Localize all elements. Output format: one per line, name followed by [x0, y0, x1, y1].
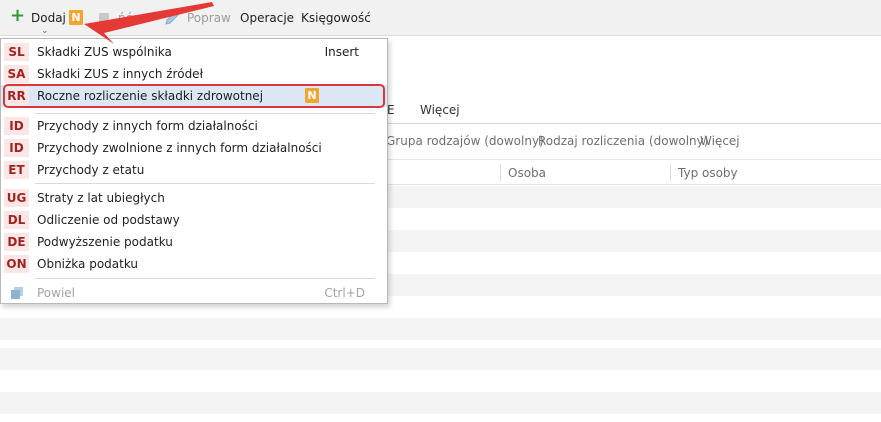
- menu-item-abbr: UG: [4, 189, 29, 207]
- table-row[interactable]: [0, 348, 881, 370]
- menu-item-de[interactable]: DE Podwyższenie podatku: [1, 231, 387, 253]
- new-badge: N: [69, 10, 83, 25]
- menu-item-label: Składki ZUS wspólnika: [37, 45, 172, 59]
- menu-item-label: Podwyższenie podatku: [37, 235, 173, 249]
- menu-item-label: Odliczenie od podstawy: [37, 213, 180, 227]
- menu-item-label: Straty z lat ubiegłych: [37, 191, 165, 205]
- menu-separator: [35, 113, 375, 114]
- group-filter[interactable]: Grupa rodzajów (dowolny): [386, 134, 544, 148]
- menu-item-label: Przychody z etatu: [37, 163, 145, 177]
- chevron-down-icon[interactable]: ⌄: [41, 27, 49, 36]
- menu-item-abbr: SL: [4, 43, 29, 61]
- add-button[interactable]: Dodaj: [31, 11, 66, 25]
- plus-icon[interactable]: +: [10, 7, 25, 25]
- menu-item-abbr: SA: [4, 65, 29, 83]
- add-dropdown-menu: SL Składki ZUS wspólnika Insert SA Skład…: [0, 38, 388, 304]
- menu-item-sl[interactable]: SL Składki ZUS wspólnika Insert: [1, 41, 387, 63]
- column-person[interactable]: Osoba: [508, 166, 546, 180]
- menu-item-abbr: ID: [4, 139, 29, 157]
- menu-item-abbr: ID: [4, 117, 29, 135]
- kind-filter[interactable]: Rodzaj rozliczenia (dowolny): [538, 134, 708, 148]
- menu-item-et[interactable]: ET Przychody z etatu: [1, 159, 387, 181]
- menu-separator: [35, 183, 375, 184]
- menu-item-abbr: ET: [4, 161, 29, 179]
- menu-item-label: Powiel: [37, 286, 76, 300]
- menu-item-label: Przychody z innych form działalności: [37, 119, 258, 133]
- menu-item-id-2[interactable]: ID Przychody zwolnione z innych form dzi…: [1, 137, 387, 159]
- grid-header: Osoba Typ osoby: [380, 160, 881, 185]
- hidden-toolbar-button[interactable]: ńć: [118, 11, 132, 25]
- edit-button[interactable]: Popraw: [187, 11, 231, 25]
- accounting-button[interactable]: Księgowość: [301, 11, 371, 25]
- column-separator[interactable]: [500, 164, 501, 181]
- menu-item-dl[interactable]: DL Odliczenie od podstawy: [1, 209, 387, 231]
- tab-partial[interactable]: E: [387, 103, 395, 117]
- column-person-type[interactable]: Typ osoby: [678, 166, 738, 180]
- menu-item-id-1[interactable]: ID Przychody z innych form działalności: [1, 115, 387, 137]
- column-separator[interactable]: [670, 164, 671, 181]
- menu-item-label: Obniżka podatku: [37, 257, 139, 271]
- copy-icon: [11, 287, 23, 299]
- table-row[interactable]: [0, 392, 881, 414]
- operations-button[interactable]: Operacje: [240, 11, 294, 25]
- hidden-icon: [99, 13, 109, 23]
- menu-item-shortcut: Ctrl+D: [324, 286, 365, 300]
- filter-bar: Grupa rodzajów (dowolny) Rodzaj rozlicze…: [380, 124, 881, 160]
- menu-item-copy[interactable]: Powiel Ctrl+D: [1, 282, 387, 304]
- menu-item-on[interactable]: ON Obniżka podatku: [1, 253, 387, 275]
- toolbar: + Dodaj ⌄ N ńć Popraw Operacje Księgowoś…: [0, 0, 881, 36]
- highlight-frame: [3, 84, 385, 108]
- menu-item-shortcut: Insert: [324, 45, 359, 59]
- pencil-icon: [165, 11, 179, 25]
- menu-item-label: Składki ZUS z innych źródeł: [37, 67, 203, 81]
- tab-bar: E Więcej: [380, 96, 881, 124]
- tab-more[interactable]: Więcej: [420, 103, 460, 117]
- menu-item-label: Przychody zwolnione z innych form działa…: [37, 141, 322, 155]
- menu-item-ug[interactable]: UG Straty z lat ubiegłych: [1, 187, 387, 209]
- filter-more[interactable]: Więcej: [700, 134, 740, 148]
- menu-item-abbr: ON: [4, 255, 29, 273]
- menu-separator: [35, 278, 375, 279]
- table-row[interactable]: [0, 318, 881, 340]
- menu-item-abbr: DL: [4, 211, 29, 229]
- menu-item-sa[interactable]: SA Składki ZUS z innych źródeł: [1, 63, 387, 85]
- menu-item-abbr: DE: [4, 233, 29, 251]
